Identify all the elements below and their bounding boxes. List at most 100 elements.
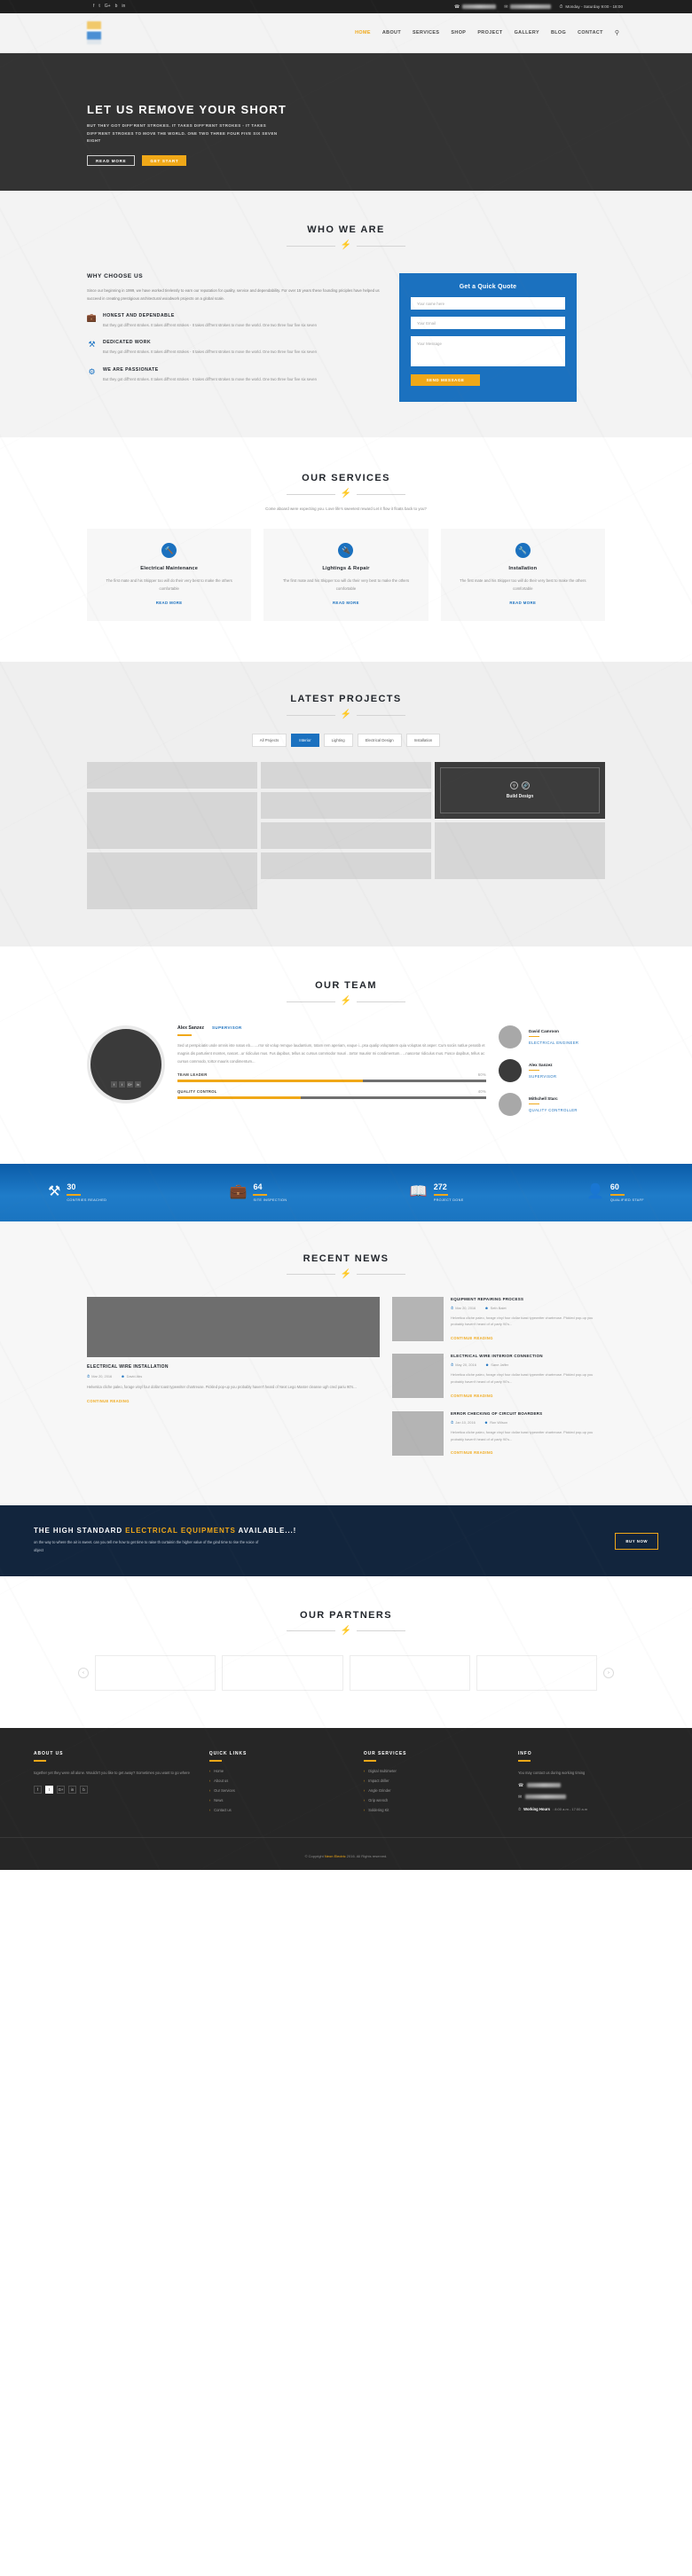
facebook-icon[interactable]: f [111,1081,117,1088]
chevron-left-icon[interactable]: ‹ [78,1667,89,1678]
filter-lighting[interactable]: Lighting [323,734,353,748]
linkedin-icon[interactable]: in [135,1081,141,1088]
message-textarea[interactable]: Your Message [411,336,565,366]
buy-now-button[interactable]: BUY NOW [615,1532,658,1550]
project-tile[interactable] [87,792,257,850]
behance-icon[interactable]: b [115,4,118,9]
topbar-hours-label: Monday - Saturday 9:00 - 18:00 [565,4,623,9]
partner-logo[interactable] [349,1654,470,1691]
read-more-button[interactable]: READ MORE [87,155,136,166]
project-tile[interactable] [435,822,605,880]
continue-reading-link[interactable]: CONTINUE READING [451,1450,493,1455]
news-list-item[interactable]: EQUIPMENT REPAIRING PROCESS ⏱ Mar 20, 201… [392,1296,605,1345]
nav-item-services[interactable]: SERVICES [413,30,439,35]
project-tile[interactable] [261,852,431,880]
googleplus-icon[interactable]: G+ [57,1785,65,1794]
footer-link[interactable]: › Angle Grinder [364,1788,504,1793]
footer-phone[interactable]: ☎ [518,1783,658,1788]
behance-icon[interactable]: b [80,1785,88,1794]
team-list-item[interactable]: David Camroon ELECTRICAL ENGINEER [499,1025,605,1049]
user-icon: ☻ [484,1419,489,1425]
linkedin-icon[interactable]: in [68,1785,76,1794]
footer-link[interactable]: › Digital multimeter [364,1769,504,1773]
continue-reading-link[interactable]: CONTINUE READING [451,1336,493,1340]
footer-heading: OUR SERVICES [363,1750,407,1756]
news-date: ⏱ Jan 10, 2016 [451,1419,476,1425]
service-read-more[interactable]: READ MORE [509,601,536,605]
nav-item-project[interactable]: PROJECT [477,30,502,35]
project-tile[interactable] [261,762,431,789]
twitter-icon[interactable]: t [45,1785,53,1794]
partner-logo[interactable] [222,1654,343,1691]
footer-link[interactable]: › Our Services [209,1788,350,1793]
email-value-redacted [525,1795,567,1800]
filter-electrical-design[interactable]: Electrical Design [357,734,402,748]
stat-item: 📖 272 PROJECT DONE [410,1183,464,1202]
nav-item-gallery[interactable]: GALLERY [515,30,539,35]
partner-logo[interactable] [95,1654,216,1691]
project-tile[interactable] [87,852,257,910]
footer-link[interactable]: › News [209,1798,350,1802]
project-tile[interactable] [87,762,257,789]
service-card[interactable]: 🔨 Electrical Maintenance The first mate … [87,529,252,622]
project-tile-featured[interactable]: ⚲ 🔗 Build Design [435,762,605,820]
feature-item: ⚒ DEDICATED WORK But they got diff'rent … [87,340,380,356]
nav-item-home[interactable]: HOME [355,30,371,35]
news-author: ☻ David Abs [121,1373,143,1378]
member-role: ELECTRICAL ENGINEER [529,1041,579,1046]
service-card[interactable]: 🔌 Lightings & Repair The first mate and … [263,529,429,622]
continue-reading-link[interactable]: CONTINUE READING [87,1399,130,1403]
facebook-icon[interactable]: f [34,1785,42,1794]
project-tile[interactable] [261,822,431,850]
nav-item-shop[interactable]: SHOP [451,30,466,35]
footer-email[interactable]: ✉ [518,1795,658,1800]
site-logo[interactable] [87,21,101,44]
news-list-item[interactable]: ERROR CHECKING OF CIRCUIT BOARDERS ⏱ Jan … [392,1410,605,1459]
topbar-social-links[interactable]: f t G+ b in [93,4,125,9]
service-text: The first mate and his Skipper too will … [460,578,586,592]
service-read-more[interactable]: READ MORE [156,601,183,605]
site-footer: ABOUT US together yet they were all alon… [0,1727,692,1870]
googleplus-icon[interactable]: G+ [127,1081,133,1088]
calendar-icon: ⏱ [451,1363,454,1368]
service-card[interactable]: 🔧 Installation The first mate and his Sk… [440,529,605,622]
twitter-icon[interactable]: t [119,1081,125,1088]
email-input[interactable]: Your Email [411,317,565,329]
filter-interior[interactable]: Interior [291,734,319,748]
footer-link[interactable]: › Soldering Kit [364,1808,504,1812]
continue-reading-link[interactable]: CONTINUE READING [451,1394,493,1398]
footer-link[interactable]: › About us [209,1779,350,1783]
linkedin-icon[interactable]: in [122,4,125,9]
facebook-icon[interactable]: f [93,4,94,9]
service-read-more[interactable]: READ MORE [333,601,359,605]
googleplus-icon[interactable]: G+ [105,4,111,9]
topbar-email[interactable]: ✉ [504,4,552,10]
search-icon[interactable]: ⚲ [510,781,518,790]
send-message-button[interactable]: SEND MESSAGE [411,374,480,386]
footer-link[interactable]: › Home [209,1769,350,1773]
topbar-phone[interactable]: ☎ [454,4,497,10]
news-thumbnail [392,1410,444,1456]
twitter-icon[interactable]: t [98,4,99,9]
team-list-item[interactable]: Alex Sanzez SUPERVISOR [499,1059,605,1083]
services-section: OUR SERVICES ⚡ Come aboard were expectin… [0,437,692,663]
filter-installation[interactable]: Installation [405,734,441,748]
search-icon[interactable]: ⚲ [615,29,619,36]
main-navigation: HOME ABOUT SERVICES SHOP PROJECT GALLERY… [355,29,619,36]
filter-all-projects[interactable]: All Projects [251,734,287,748]
name-input[interactable]: Your name here [411,297,565,310]
footer-link[interactable]: › Contact us [209,1808,350,1812]
nav-item-blog[interactable]: BLOG [551,30,566,35]
footer-link[interactable]: › Impact driller [364,1779,504,1783]
get-start-button[interactable]: GET START [142,155,187,166]
partner-logo[interactable] [476,1654,597,1691]
nav-item-about[interactable]: ABOUT [382,30,401,35]
team-list-item[interactable]: Mithchell Starc QUALITY CONTROLLER [499,1093,605,1117]
chevron-right-icon[interactable]: › [603,1667,614,1678]
link-icon[interactable]: 🔗 [522,781,530,790]
featured-news-card[interactable]: ELECTRICAL WIRE INSTALLATION ⏱ Mar 20, 20… [87,1296,380,1469]
nav-item-contact[interactable]: CONTACT [578,30,603,35]
news-list-item[interactable]: ELECTRICAL WIRE INTERIOR CONNECTION ⏱ May… [392,1354,605,1402]
project-tile[interactable] [261,792,431,820]
footer-link[interactable]: › Grip wrench [364,1798,504,1802]
